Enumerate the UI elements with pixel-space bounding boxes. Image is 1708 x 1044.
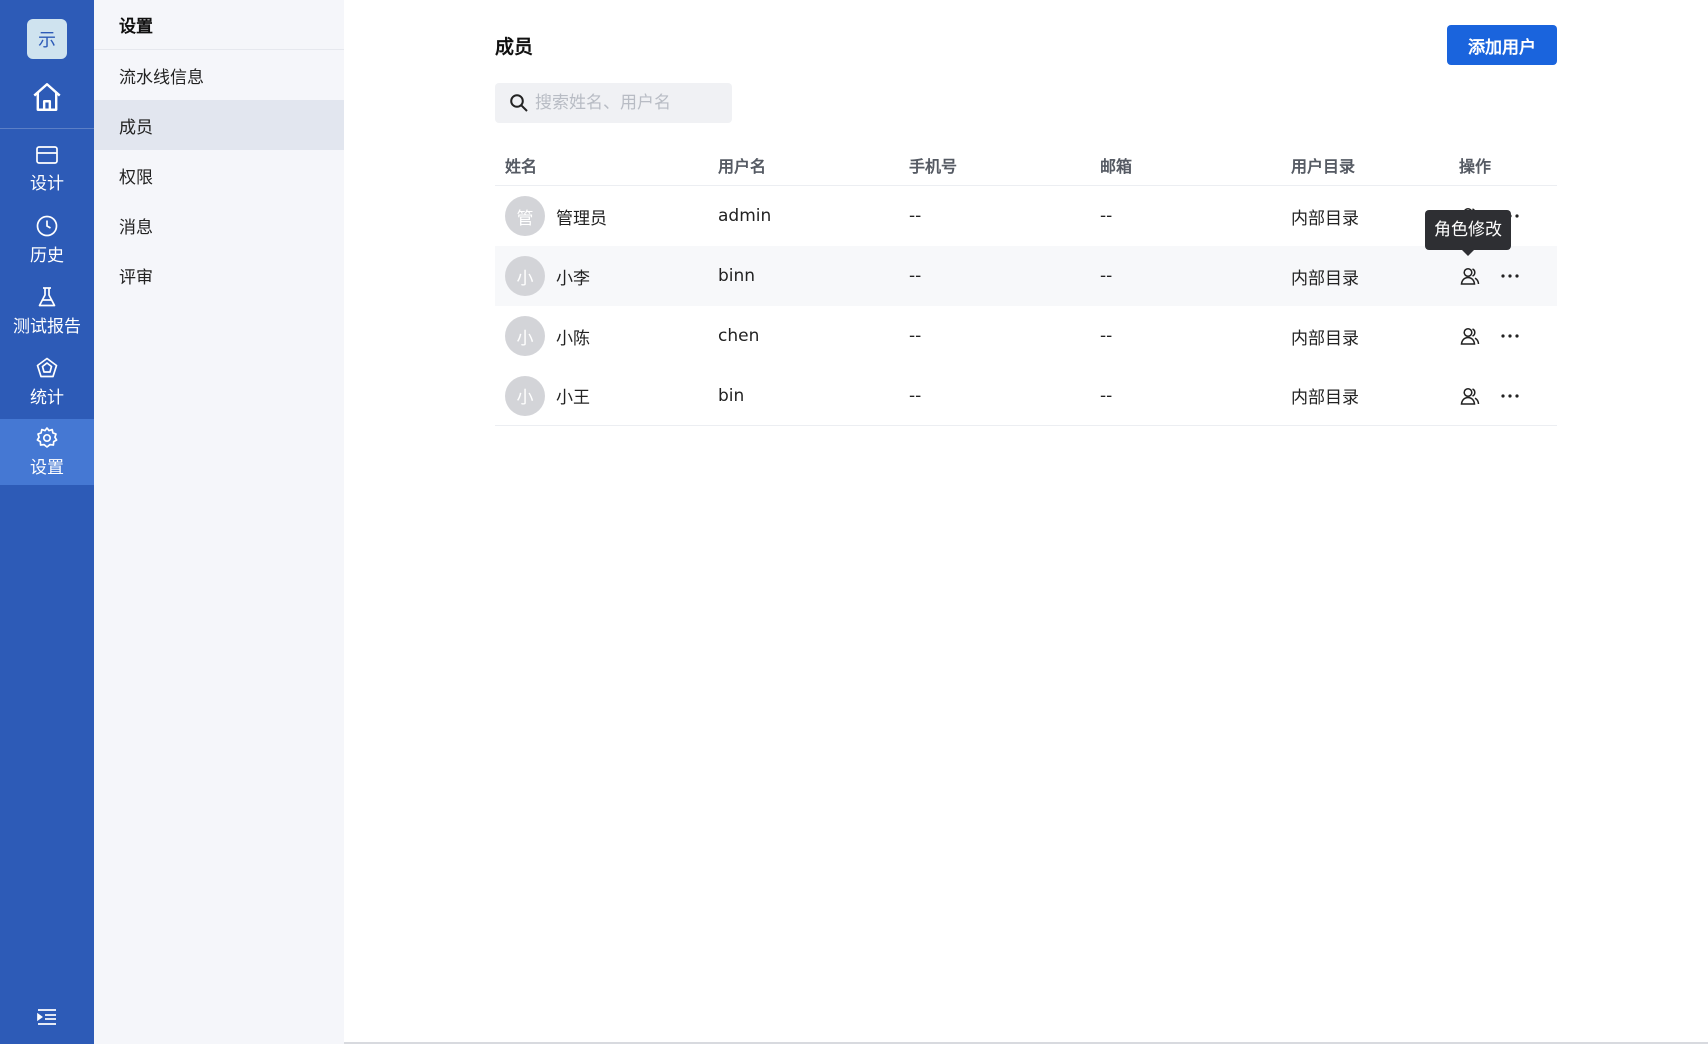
submenu-item-pipeline-info[interactable]: 流水线信息 xyxy=(94,50,344,100)
cell-directory: 内部目录 xyxy=(1291,268,1359,289)
cell-directory: 内部目录 xyxy=(1291,388,1359,408)
app-logo[interactable]: 示 xyxy=(27,19,67,59)
expand-menu-icon xyxy=(37,1009,56,1025)
cell-phone: -- xyxy=(909,266,922,286)
home-icon xyxy=(33,83,61,111)
cell-directory: 内部目录 xyxy=(1291,328,1359,349)
column-header-directory: 用户目录 xyxy=(1291,157,1356,176)
role-edit-tooltip: 角色修改 xyxy=(1425,210,1511,256)
submenu-item-messages[interactable]: 消息 xyxy=(94,200,344,250)
submenu-item-review[interactable]: 评审 xyxy=(94,250,344,300)
edit-role-button[interactable] xyxy=(1459,265,1481,287)
column-header-username: 用户名 xyxy=(718,157,767,176)
flask-icon xyxy=(38,287,56,307)
cell-email: -- xyxy=(1100,385,1113,406)
add-user-button[interactable]: 添加用户 xyxy=(1447,25,1557,65)
rail-item-label: 历史 xyxy=(30,246,64,266)
user-role-icon xyxy=(1460,327,1480,345)
page-title: 成员 xyxy=(495,36,534,58)
left-nav-rail: 示 设计 历史 测试报告 统计 设置 xyxy=(0,0,94,1044)
cell-phone: -- xyxy=(909,385,922,406)
member-name: 管理员 xyxy=(556,208,607,229)
clock-icon xyxy=(36,215,58,237)
rail-item-design[interactable]: 设计 xyxy=(0,136,94,202)
cell-username: binn xyxy=(718,266,756,286)
table-row: 小 小王 bin -- -- 内部目录 xyxy=(495,366,1557,426)
table-row: 小 小陈 chen -- -- 内部目录 xyxy=(495,306,1557,366)
submenu-title: 设置 xyxy=(94,0,344,50)
rail-item-label: 设置 xyxy=(30,458,64,478)
avatar: 管 xyxy=(505,196,545,236)
search-box[interactable] xyxy=(495,83,732,123)
cell-name: 小 小陈 xyxy=(495,316,718,356)
avatar: 小 xyxy=(505,316,545,356)
cell-name: 管 管理员 xyxy=(495,196,718,236)
more-icon xyxy=(1501,393,1519,398)
user-role-icon xyxy=(1460,267,1480,285)
rail-item-label: 测试报告 xyxy=(13,317,81,337)
more-icon xyxy=(1501,274,1519,278)
cell-email: -- xyxy=(1100,266,1113,286)
table-row: 管 管理员 admin -- -- 内部目录 xyxy=(495,186,1557,246)
cell-phone: -- xyxy=(909,206,922,226)
edit-role-button[interactable] xyxy=(1459,325,1481,347)
rail-item-statistics[interactable]: 统计 xyxy=(0,349,94,415)
collapse-menu-button[interactable] xyxy=(0,997,94,1037)
cell-phone: -- xyxy=(909,326,922,346)
column-header-email: 邮箱 xyxy=(1100,157,1133,176)
user-role-icon xyxy=(1460,387,1480,405)
rail-item-label: 统计 xyxy=(30,388,64,408)
column-header-phone: 手机号 xyxy=(909,157,958,176)
cell-username: chen xyxy=(718,326,760,346)
cell-email: -- xyxy=(1100,206,1113,226)
rail-item-history[interactable]: 历史 xyxy=(0,207,94,273)
members-table: 姓名 用户名 手机号 邮箱 用户目录 操作 管 管理员 admin -- -- … xyxy=(495,145,1557,426)
submenu-item-permissions[interactable]: 权限 xyxy=(94,150,344,200)
rail-item-settings[interactable]: 设置 xyxy=(0,419,94,485)
more-actions-button[interactable] xyxy=(1499,325,1521,347)
rail-item-label: 设计 xyxy=(30,174,64,194)
cell-actions xyxy=(1451,385,1557,407)
more-actions-button[interactable] xyxy=(1499,265,1521,287)
card-icon xyxy=(36,146,58,164)
column-header-name: 姓名 xyxy=(505,157,538,176)
avatar: 小 xyxy=(505,256,545,296)
member-name: 小李 xyxy=(556,268,590,289)
column-header-actions: 操作 xyxy=(1459,157,1492,176)
gear-icon xyxy=(36,427,58,448)
cell-email: -- xyxy=(1100,326,1113,346)
rail-divider xyxy=(0,128,94,129)
table-header: 姓名 用户名 手机号 邮箱 用户目录 操作 xyxy=(495,145,1557,186)
home-button[interactable] xyxy=(0,74,94,120)
member-name: 小陈 xyxy=(556,328,590,349)
cell-actions xyxy=(1451,325,1557,347)
cell-name: 小 小王 xyxy=(495,375,718,416)
cell-username: admin xyxy=(718,206,772,226)
table-row: 小 小李 binn -- -- 内部目录 xyxy=(495,246,1557,306)
cell-name: 小 小李 xyxy=(495,256,718,296)
settings-submenu: 设置 流水线信息 成员 权限 消息 评审 xyxy=(94,0,344,1044)
cell-username: bin xyxy=(718,385,745,406)
avatar: 小 xyxy=(505,375,545,416)
more-icon xyxy=(1501,334,1519,338)
more-actions-button[interactable] xyxy=(1499,385,1521,407)
member-name: 小王 xyxy=(556,388,590,408)
edit-role-button[interactable] xyxy=(1459,385,1481,407)
pentagon-chart-icon xyxy=(36,357,58,378)
search-input[interactable] xyxy=(535,93,725,113)
rail-item-test-report[interactable]: 测试报告 xyxy=(0,278,94,344)
submenu-item-members[interactable]: 成员 xyxy=(94,100,344,150)
cell-actions xyxy=(1451,265,1557,287)
search-icon xyxy=(510,94,528,112)
